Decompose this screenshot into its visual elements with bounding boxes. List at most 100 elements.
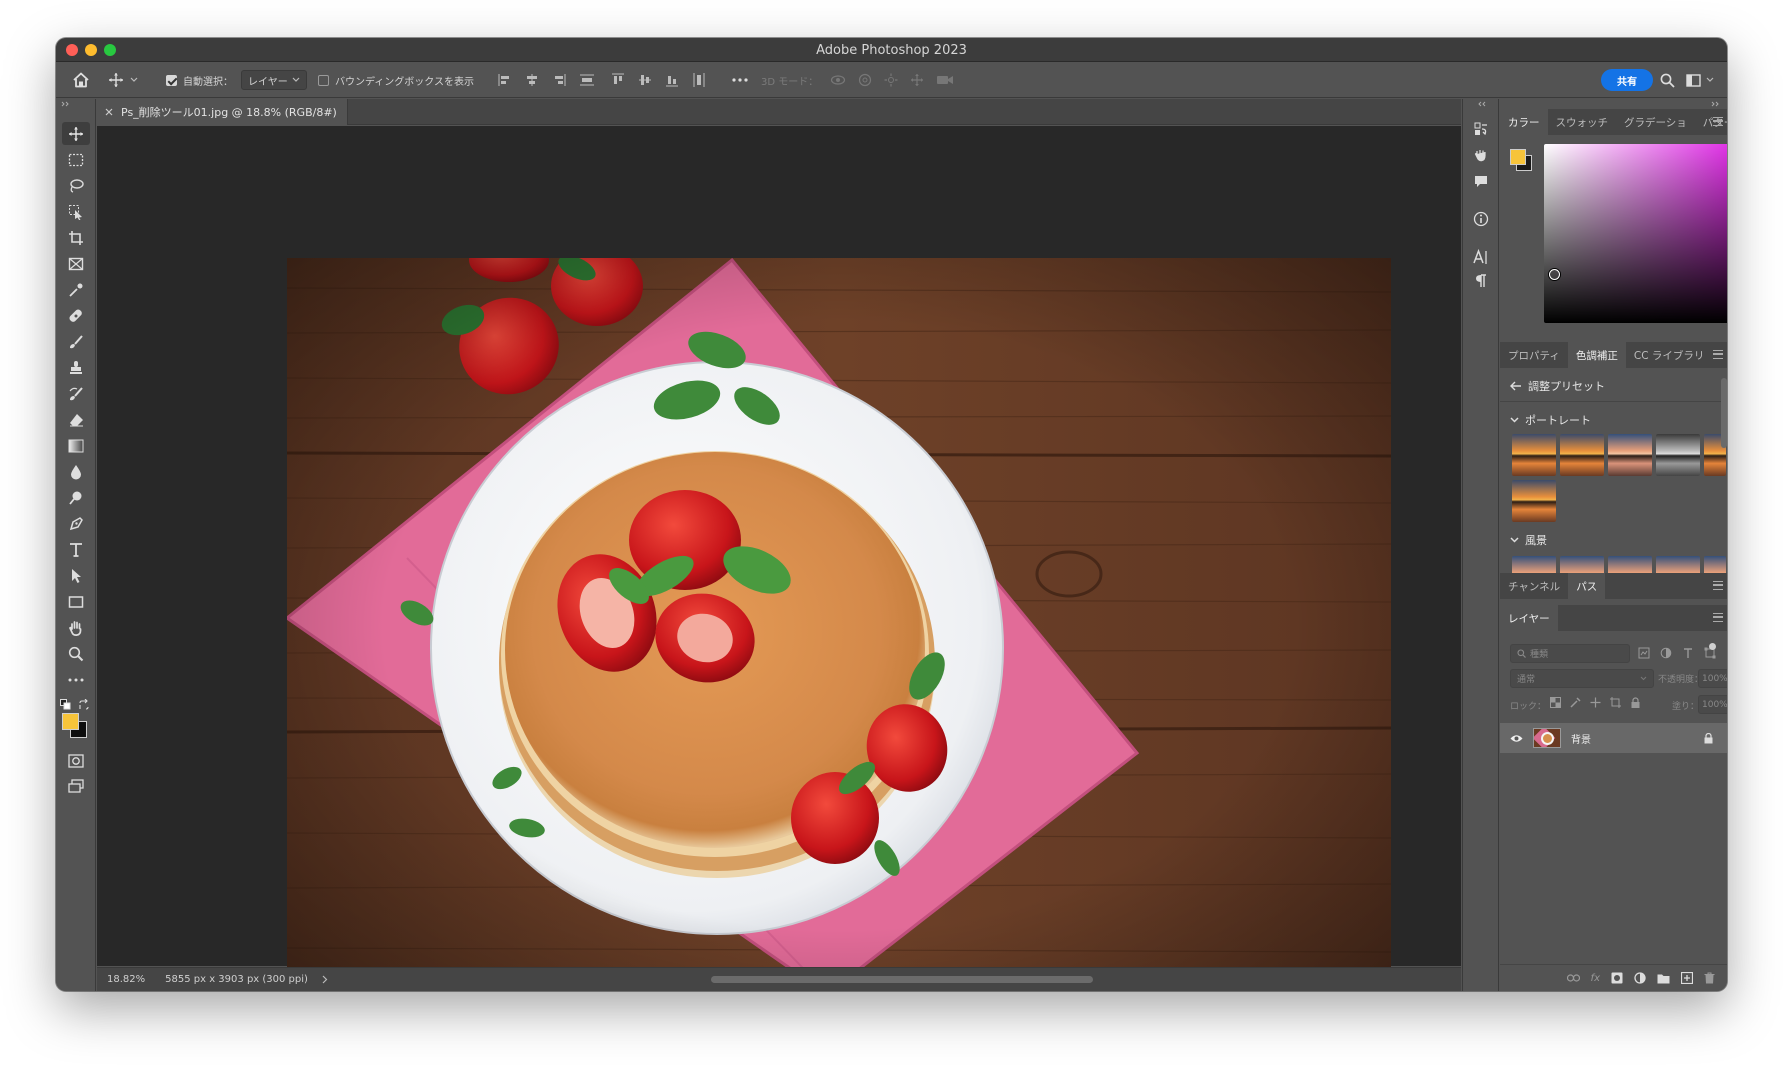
actions-panel-button[interactable]: [1471, 145, 1491, 165]
workspace-switcher[interactable]: [1686, 62, 1714, 98]
3d-roll-icon[interactable]: [858, 73, 872, 87]
edit-toolbar-button[interactable]: [62, 668, 90, 691]
document-tab[interactable]: Ps_削除ツール01.jpg @ 18.8% (RGB/8#): [97, 99, 348, 125]
clone-stamp-tool[interactable]: [62, 356, 90, 379]
lock-all-icon[interactable]: [1630, 697, 1641, 708]
3d-camera-icon[interactable]: [936, 74, 954, 86]
hand-tool[interactable]: [62, 616, 90, 639]
type-tool[interactable]: [62, 538, 90, 561]
character-panel-button[interactable]: [1471, 247, 1491, 267]
chevron-right-icon[interactable]: [322, 975, 328, 984]
saturation-brightness-field[interactable]: [1544, 144, 1727, 323]
quick-mask-button[interactable]: [62, 749, 90, 772]
object-selection-tool[interactable]: [62, 200, 90, 223]
history-panel-button[interactable]: [1471, 119, 1491, 139]
comments-panel-button[interactable]: [1471, 171, 1491, 191]
auto-select-checkbox[interactable]: [166, 74, 177, 86]
foreground-color-swatch[interactable]: [62, 713, 79, 730]
brush-tool[interactable]: [62, 330, 90, 353]
filter-pixel-layers-icon[interactable]: [1638, 647, 1650, 659]
layer-filter-field[interactable]: 種類: [1510, 644, 1630, 663]
folder-icon[interactable]: [1657, 973, 1670, 984]
adjustments-panel-menu[interactable]: [1713, 350, 1723, 359]
color-panel-menu[interactable]: [1713, 117, 1723, 126]
bounding-box-checkbox[interactable]: [318, 74, 329, 86]
collapse-panel-icon[interactable]: [61, 101, 71, 107]
pen-tool[interactable]: [62, 512, 90, 535]
preset-thumbnail[interactable]: [1560, 556, 1604, 573]
preset-thumbnail[interactable]: [1608, 434, 1652, 476]
align-vertical-centers-icon[interactable]: [638, 73, 652, 87]
default-colors-icon[interactable]: [60, 699, 72, 711]
3d-slide-icon[interactable]: [910, 73, 924, 87]
trash-icon[interactable]: [1704, 972, 1715, 984]
eye-icon[interactable]: [1510, 734, 1523, 743]
layer-style-icon[interactable]: fx: [1591, 973, 1600, 984]
share-button[interactable]: 共有: [1601, 69, 1653, 91]
zoom-level[interactable]: 18.82%: [107, 974, 145, 985]
rectangle-tool[interactable]: [62, 590, 90, 613]
back-to-presets[interactable]: 調整プリセット: [1510, 378, 1605, 394]
collapse-panels-icon[interactable]: [1711, 101, 1721, 107]
align-left-edges-icon[interactable]: [498, 73, 512, 87]
canvas-area[interactable]: [97, 126, 1487, 991]
search-button[interactable]: [1660, 62, 1675, 98]
history-brush-tool[interactable]: [62, 382, 90, 405]
tab-gradients[interactable]: グラデーショ: [1616, 109, 1695, 135]
move-tool-preset[interactable]: [108, 62, 138, 98]
swap-colors-icon[interactable]: [78, 699, 90, 711]
preset-thumbnail[interactable]: [1656, 434, 1700, 476]
close-icon[interactable]: [105, 108, 113, 116]
tab-channels[interactable]: チャンネル: [1500, 573, 1568, 599]
section-landscape[interactable]: 風景: [1510, 532, 1547, 548]
new-layer-icon[interactable]: [1681, 972, 1693, 984]
tab-layers[interactable]: レイヤー: [1500, 605, 1558, 631]
auto-select-dropdown[interactable]: レイヤー: [241, 70, 307, 90]
crop-tool[interactable]: [62, 226, 90, 249]
lock-position-icon[interactable]: [1590, 697, 1601, 708]
layer-name[interactable]: 背景: [1571, 731, 1591, 746]
preset-thumbnail[interactable]: [1512, 556, 1556, 573]
lock-icon[interactable]: [1704, 732, 1713, 744]
preset-thumbnail[interactable]: [1560, 434, 1604, 476]
move-tool[interactable]: [62, 122, 90, 145]
gradient-tool[interactable]: [62, 434, 90, 457]
blend-mode-dropdown[interactable]: 通常: [1510, 669, 1654, 688]
filter-adjustment-layers-icon[interactable]: [1660, 647, 1672, 659]
3d-pan-icon[interactable]: [884, 73, 898, 87]
distribute-horizontal-icon[interactable]: [692, 72, 706, 88]
screen-mode-button[interactable]: [62, 774, 90, 797]
align-bottom-edges-icon[interactable]: [665, 73, 679, 87]
distribute-vertical-icon[interactable]: [579, 73, 595, 87]
adjustment-layer-icon[interactable]: [1634, 972, 1646, 984]
tab-color[interactable]: カラー: [1500, 109, 1548, 135]
tab-adjustments[interactable]: 色調補正: [1567, 342, 1626, 368]
preset-thumbnail[interactable]: [1704, 556, 1726, 573]
preset-thumbnail[interactable]: [1608, 556, 1652, 573]
paragraph-panel-button[interactable]: [1471, 271, 1491, 291]
align-horizontal-centers-icon[interactable]: [525, 73, 539, 87]
layers-list-empty-area[interactable]: [1500, 753, 1727, 963]
preset-thumbnail[interactable]: [1656, 556, 1700, 573]
opacity-field[interactable]: 100%: [1698, 669, 1727, 688]
layers-panel-menu[interactable]: [1713, 613, 1723, 622]
path-selection-tool[interactable]: [62, 564, 90, 587]
tab-properties[interactable]: プロパティ: [1500, 342, 1568, 368]
info-panel-button[interactable]: [1471, 209, 1491, 229]
lock-artboard-icon[interactable]: [1610, 697, 1621, 708]
layer-mask-icon[interactable]: [1611, 972, 1623, 984]
home-button[interactable]: [72, 62, 90, 98]
align-top-edges-icon[interactable]: [611, 73, 625, 87]
adjustments-scroll-thumb[interactable]: [1721, 378, 1727, 448]
tab-paths[interactable]: パス: [1568, 573, 1606, 599]
foreground-color-chip[interactable]: [1510, 149, 1526, 165]
lock-image-pixels-icon[interactable]: [1570, 697, 1581, 708]
preset-thumbnail[interactable]: [1512, 480, 1556, 522]
lasso-tool[interactable]: [62, 174, 90, 197]
horizontal-scroll-thumb[interactable]: [711, 976, 1093, 983]
filter-smart-objects-icon[interactable]: [1726, 647, 1727, 659]
align-right-edges-icon[interactable]: [552, 73, 566, 87]
link-layers-icon[interactable]: [1566, 974, 1580, 982]
section-portrait[interactable]: ポートレート: [1510, 412, 1591, 428]
frame-tool[interactable]: [62, 252, 90, 275]
